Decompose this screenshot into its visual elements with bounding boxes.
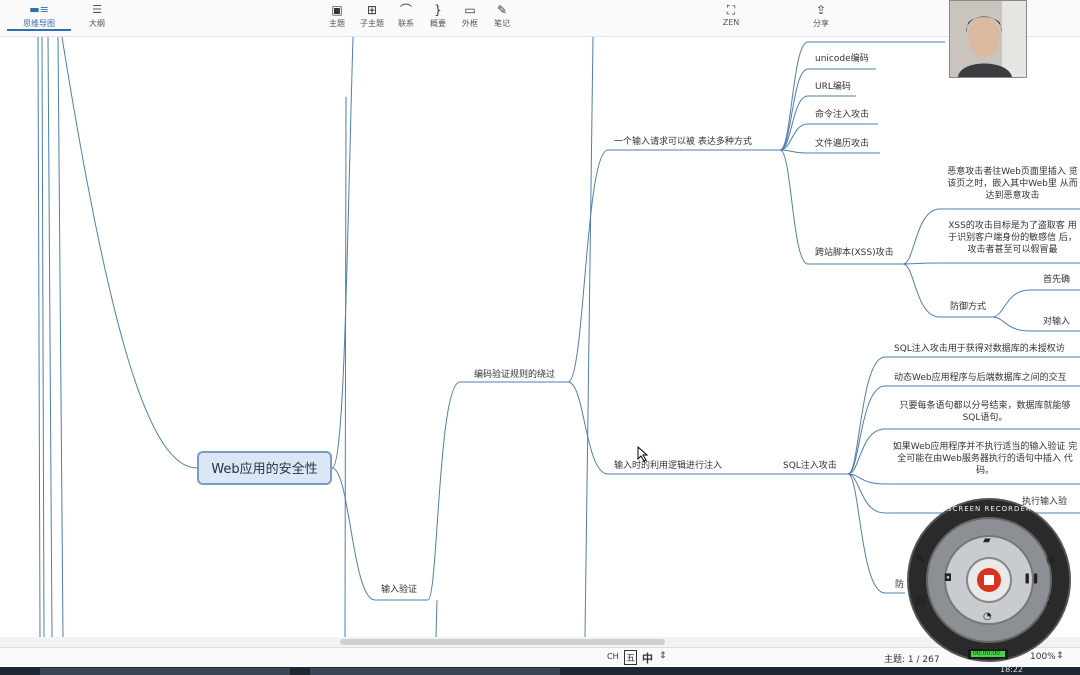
webcam-toggle-icon[interactable]: ◉ bbox=[1046, 552, 1056, 566]
topic-command-injection[interactable]: 命令注入攻击 bbox=[815, 109, 869, 121]
webcam-overlay bbox=[949, 0, 1027, 78]
share-icon: ⇪ bbox=[815, 3, 827, 17]
outline-icon: ☰ bbox=[92, 3, 102, 16]
topic-encoding-bypass[interactable]: 编码验证规则的绕过 bbox=[474, 369, 555, 381]
topic-logic-injection[interactable]: 输入时的利用逻辑进行注入 bbox=[614, 460, 722, 472]
topic-sqli-detail-4[interactable]: 如果Web应用程序并不执行适当的输入验证 完全可能在由Web服务器执行的语句中插… bbox=[890, 441, 1080, 477]
topic-sql-injection[interactable]: SQL注入攻击 bbox=[783, 460, 837, 472]
ime-mode[interactable]: 五 bbox=[624, 650, 638, 665]
recorder-title: SCREEN RECORDER bbox=[947, 505, 1032, 513]
timer-icon[interactable]: ◔ bbox=[983, 611, 992, 622]
film-icon[interactable]: ▦ bbox=[915, 593, 926, 607]
mindmap-icon: ▬≡ bbox=[29, 3, 49, 16]
topic-defense-input[interactable]: 对输入 bbox=[1043, 316, 1070, 328]
topic-button[interactable]: ▣ 主题 bbox=[322, 2, 352, 29]
zen-button[interactable]: ⛶ ZEN bbox=[716, 2, 746, 27]
speaker-icon[interactable]: ♪ bbox=[1046, 593, 1054, 607]
taskbar-app-item[interactable] bbox=[310, 668, 560, 675]
subtopic-icon: ⊞ bbox=[366, 3, 378, 17]
record-button[interactable] bbox=[980, 571, 998, 589]
boundary-icon: ▭ bbox=[464, 3, 476, 17]
notes-button[interactable]: ✎ 笔记 bbox=[488, 2, 516, 29]
recorder-timer: 00:00:00 bbox=[973, 650, 1000, 657]
topic-sqli-detail-1[interactable]: SQL注入攻击用于获得对数据库的未授权访 bbox=[894, 343, 1065, 355]
tab-outline[interactable]: ☰ 大纲 bbox=[80, 2, 114, 29]
pointer-tool-icon[interactable]: ⬉ bbox=[915, 552, 926, 567]
relationship-icon: ⌒ bbox=[399, 3, 412, 17]
topic-xss-description-1[interactable]: 恶意攻击者往Web页面里插入 览该页之时，嵌入其中Web里 从而达到恶意攻击 bbox=[945, 166, 1080, 202]
relationship-button[interactable]: ⌒ 联系 bbox=[392, 2, 420, 29]
topic-path-traversal[interactable]: 文件遍历攻击 bbox=[815, 138, 869, 150]
ime-toggle-icon[interactable]: ⇕ bbox=[659, 651, 667, 661]
topic-sqli-detail-2[interactable]: 动态Web应用程序与后端数据库之间的交互 bbox=[894, 372, 1067, 384]
webcam-person-icon bbox=[950, 1, 1026, 77]
tab-mindmap[interactable]: ▬≡ 思维导图 bbox=[7, 2, 71, 31]
ime-chinese[interactable]: 中 bbox=[642, 650, 653, 666]
topic-defense[interactable]: 防御方式 bbox=[950, 301, 986, 313]
topic-unicode-encoding[interactable]: unicode编码 bbox=[815, 53, 869, 65]
toolbar: ▬≡ 思维导图 ☰ 大纲 ▣ 主题 ⊞ 子主题 ⌒ 联系 } 概要 ▭ 外框 ✎… bbox=[0, 0, 1080, 37]
topic-many-representations[interactable]: 一个输入请求可以被 表达多种方式 bbox=[614, 136, 752, 148]
topic-url-encoding[interactable]: URL编码 bbox=[815, 81, 851, 93]
topic-xss-description-2[interactable]: XSS的攻击目标是为了盗取客 用于识别客户端身份的敏感信 后，攻击者甚至可以假冒… bbox=[945, 220, 1080, 256]
share-button[interactable]: ⇪ 分享 bbox=[806, 2, 836, 29]
topic-xss[interactable]: 跨站脚本(XSS)攻击 bbox=[815, 247, 894, 259]
topic-input-validation[interactable]: 输入验证 bbox=[381, 584, 417, 596]
pause-icon[interactable]: ❚❚ bbox=[1023, 573, 1040, 584]
mouse-cursor-icon bbox=[637, 446, 649, 462]
pencil-icon: ✎ bbox=[496, 3, 508, 17]
fullscreen-icon: ⛶ bbox=[726, 3, 736, 17]
screen-recorder-widget[interactable]: SCREEN RECORDER 00:00:00 ⬉ ▦ ◉ ♪ ▰ ◘ ❚❚ … bbox=[900, 497, 1078, 667]
topic-icon: ▣ bbox=[331, 3, 343, 17]
summary-brace-icon: } bbox=[434, 3, 442, 17]
folder-icon[interactable]: ▰ bbox=[983, 535, 991, 546]
ime-language[interactable]: CH bbox=[607, 652, 619, 661]
topic-defense-first[interactable]: 首先确 bbox=[1043, 274, 1070, 286]
subtopic-button[interactable]: ⊞ 子主题 bbox=[356, 2, 388, 29]
taskbar-app-item[interactable] bbox=[40, 668, 290, 675]
scrollbar-thumb[interactable] bbox=[340, 639, 665, 645]
topic-sqli-detail-3[interactable]: 只要每条语句都以分号结束，数据库就能够 SQL语句。 bbox=[890, 400, 1080, 424]
root-topic[interactable]: Web应用的安全性 bbox=[197, 451, 332, 485]
summary-button[interactable]: } 概要 bbox=[424, 2, 452, 29]
boundary-button[interactable]: ▭ 外框 bbox=[456, 2, 484, 29]
os-taskbar: 18:22 bbox=[0, 665, 1080, 675]
camera-icon[interactable]: ◘ bbox=[944, 573, 952, 584]
